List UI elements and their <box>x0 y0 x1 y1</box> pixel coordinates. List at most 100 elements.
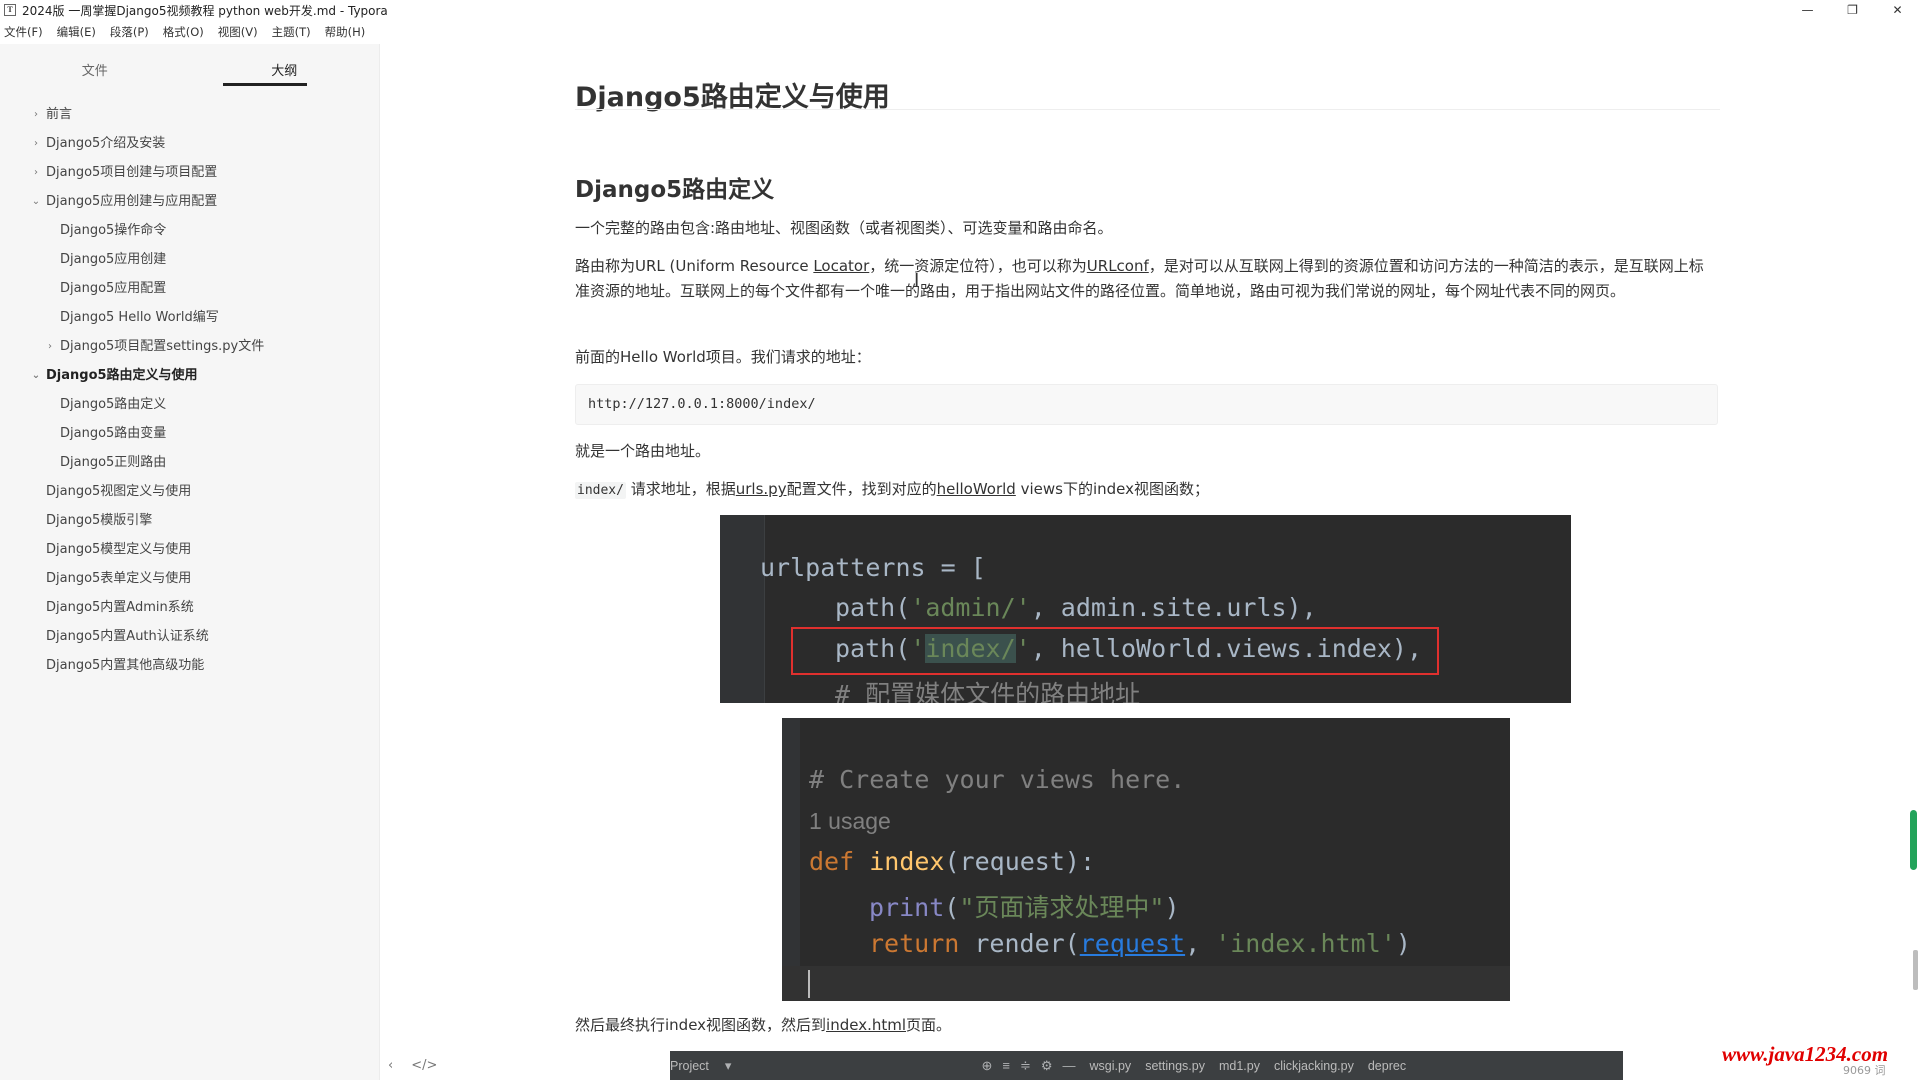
outline-item-label: Django5模版引擎 <box>46 513 153 528</box>
screenshot-index-view[interactable]: # Create your views here. 1 usage def in… <box>782 718 1510 1001</box>
outline-item[interactable]: Django5表单定义与使用 <box>0 564 380 593</box>
outline-item[interactable]: ⌄ Django5应用创建与应用配置 <box>0 187 380 216</box>
minimize-icon: — <box>1062 1058 1076 1073</box>
outline-item[interactable]: › 前言 <box>0 100 380 129</box>
file-tab: deprec <box>1367 1058 1407 1073</box>
project-label: Project <box>670 1058 709 1073</box>
outline-item[interactable]: Django5操作命令 <box>0 216 380 245</box>
code-line: return render(request, 'index.html') <box>869 929 1411 958</box>
chevron-down-icon: ▾ <box>724 1057 732 1073</box>
menu-file[interactable]: 文件(F) <box>4 24 43 40</box>
collapse-all-icon: ≑ <box>1019 1057 1031 1073</box>
title-bar: T 2024版 一周掌握Django5视频教程 python web开发.md … <box>0 0 1920 20</box>
locate-icon: ⊕ <box>981 1057 993 1073</box>
link-index-html[interactable]: index.html <box>826 1016 906 1034</box>
close-button[interactable]: ✕ <box>1875 0 1920 20</box>
outline-item-label: Django5表单定义与使用 <box>46 571 192 586</box>
word-count[interactable]: 9069 词 <box>1843 1062 1886 1078</box>
outline-item-label: Django5操作命令 <box>60 223 167 238</box>
link-helloworld[interactable]: helloWorld <box>937 480 1016 498</box>
outline-item[interactable]: Django5视图定义与使用 <box>0 477 380 506</box>
editor-gutter <box>720 515 765 703</box>
scrollbar-marker[interactable] <box>1910 810 1917 870</box>
menu-edit[interactable]: 编辑(E) <box>57 24 96 40</box>
link-urlconf[interactable]: URLconf <box>1087 257 1149 275</box>
collapse-sidebar-icon[interactable]: ‹ <box>388 1058 393 1073</box>
link-urls-py[interactable]: urls.py <box>736 480 787 498</box>
code-line: print("页面请求处理中") <box>869 893 1180 922</box>
outline-item-label: Django5项目创建与项目配置 <box>46 165 218 180</box>
outline-item[interactable]: Django5应用配置 <box>0 274 380 303</box>
text-cursor-icon: I <box>914 270 920 291</box>
highlight-box <box>791 627 1439 675</box>
paragraph-url-definition: 路由称为URL (Uniform Resource Locator，统一资源定位… <box>575 254 1715 304</box>
code-line: urlpatterns = [ <box>760 553 986 582</box>
sidebar-tabs: 文件 大纲 <box>0 44 379 90</box>
menu-view[interactable]: 视图(V) <box>218 24 258 40</box>
outline-list: › 前言 › Django5介绍及安装 › Django5项目创建与项目配置 ⌄ Django… <box>0 100 380 680</box>
outline-item[interactable]: Django5内置Admin系统 <box>0 593 380 622</box>
editor-gutter <box>782 718 800 1001</box>
outline-item[interactable]: Django5内置Auth认证系统 <box>0 622 380 651</box>
outline-item[interactable]: › Django5项目配置settings.py文件 <box>0 332 380 361</box>
menu-help[interactable]: 帮助(H) <box>325 24 366 40</box>
paragraph-final-render: 然后最终执行index视图函数，然后到index.html页面。 <box>575 1013 1715 1038</box>
outline-item[interactable]: Django5路由变量 <box>0 419 380 448</box>
outline-item-label: Django5路由定义与使用 <box>46 368 198 383</box>
outline-item-label: Django5内置其他高级功能 <box>46 658 205 673</box>
file-tab: settings.py <box>1145 1058 1205 1073</box>
outline-item[interactable]: › Django5项目创建与项目配置 <box>0 158 380 187</box>
code-comment: # Create your views here. <box>809 765 1186 794</box>
outline-item[interactable]: ⌄ Django5路由定义与使用 <box>0 361 380 390</box>
code-block-url[interactable]: http://127.0.0.1:8000/index/ <box>575 384 1718 425</box>
menu-paragraph[interactable]: 段落(P) <box>110 24 149 40</box>
outline-item-label: Django5内置Auth认证系统 <box>46 629 209 644</box>
outline-item-label: Django5模型定义与使用 <box>46 542 192 557</box>
chevron-right-icon[interactable]: › <box>44 332 56 361</box>
source-code-mode-icon[interactable]: </> <box>411 1058 437 1073</box>
maximize-button[interactable]: ❐ <box>1830 0 1875 20</box>
outline-item-label: Django5内置Admin系统 <box>46 600 194 615</box>
chevron-right-icon[interactable]: › <box>30 129 42 158</box>
outline-item[interactable]: Django5应用创建 <box>0 245 380 274</box>
outline-item[interactable]: Django5路由定义 <box>0 390 380 419</box>
window-title: 2024版 一周掌握Django5视频教程 python web开发.md - … <box>22 3 388 18</box>
paragraph-hello-world: 前面的Hello World项目。我们请求的地址： <box>575 348 871 366</box>
outline-item-label: Django5项目配置settings.py文件 <box>60 339 265 354</box>
usage-hint[interactable]: 1 usage <box>809 808 891 835</box>
link-locator[interactable]: Locator <box>813 257 869 275</box>
chevron-right-icon[interactable]: › <box>30 100 42 129</box>
outline-item-label: Django5路由定义 <box>60 397 167 412</box>
chevron-down-icon[interactable]: ⌄ <box>30 187 42 216</box>
paragraph-index-request: index/ 请求地址，根据urls.py配置文件，找到对应的helloWorl… <box>575 477 1715 503</box>
chevron-right-icon[interactable]: › <box>30 158 42 187</box>
screenshot-ide-tabs[interactable]: Project ▾ ⊕ ≡ ≑ ⚙ — wsgi.py settings.py … <box>670 1051 1623 1080</box>
outline-item[interactable]: Django5模型定义与使用 <box>0 535 380 564</box>
outline-item[interactable]: › Django5介绍及安装 <box>0 129 380 158</box>
active-tab-indicator <box>223 83 307 86</box>
scrollbar-thumb[interactable] <box>1913 950 1918 990</box>
window-controls: — ❐ ✕ <box>1785 0 1920 20</box>
screenshot-urlpatterns[interactable]: urlpatterns = [ path('admin/', admin.sit… <box>720 515 1571 703</box>
outline-item[interactable]: Django5正则路由 <box>0 448 380 477</box>
menu-format[interactable]: 格式(O) <box>163 24 204 40</box>
tab-files[interactable]: 文件 <box>0 44 190 90</box>
paragraph-route-components: 一个完整的路由包含:路由地址、视图函数（或者视图类）、可选变量和路由命名。 <box>575 219 1113 237</box>
outline-item[interactable]: Django5 Hello World编写 <box>0 303 380 332</box>
expand-all-icon: ≡ <box>1002 1058 1010 1073</box>
text-segment: 路由称为URL (Uniform Resource <box>575 257 814 275</box>
chevron-down-icon[interactable]: ⌄ <box>30 361 42 390</box>
code-comment: # 配置媒体文件的路由地址 <box>835 680 1141 703</box>
file-tab: md1.py <box>1218 1058 1260 1073</box>
minimize-button[interactable]: — <box>1785 0 1830 20</box>
outline-item-label: Django5视图定义与使用 <box>46 484 192 499</box>
outline-item[interactable]: Django5模版引擎 <box>0 506 380 535</box>
outline-item[interactable]: Django5内置其他高级功能 <box>0 651 380 680</box>
menu-theme[interactable]: 主题(T) <box>272 24 311 40</box>
text-segment: 然后最终执行index视图函数，然后到 <box>575 1016 827 1034</box>
current-line-highlight <box>782 966 1510 1001</box>
section-heading: Django5路由定义 <box>575 177 775 203</box>
file-tab: wsgi.py <box>1089 1058 1132 1073</box>
text-segment: 页面。 <box>906 1016 952 1034</box>
inline-code-index: index/ <box>575 482 626 499</box>
